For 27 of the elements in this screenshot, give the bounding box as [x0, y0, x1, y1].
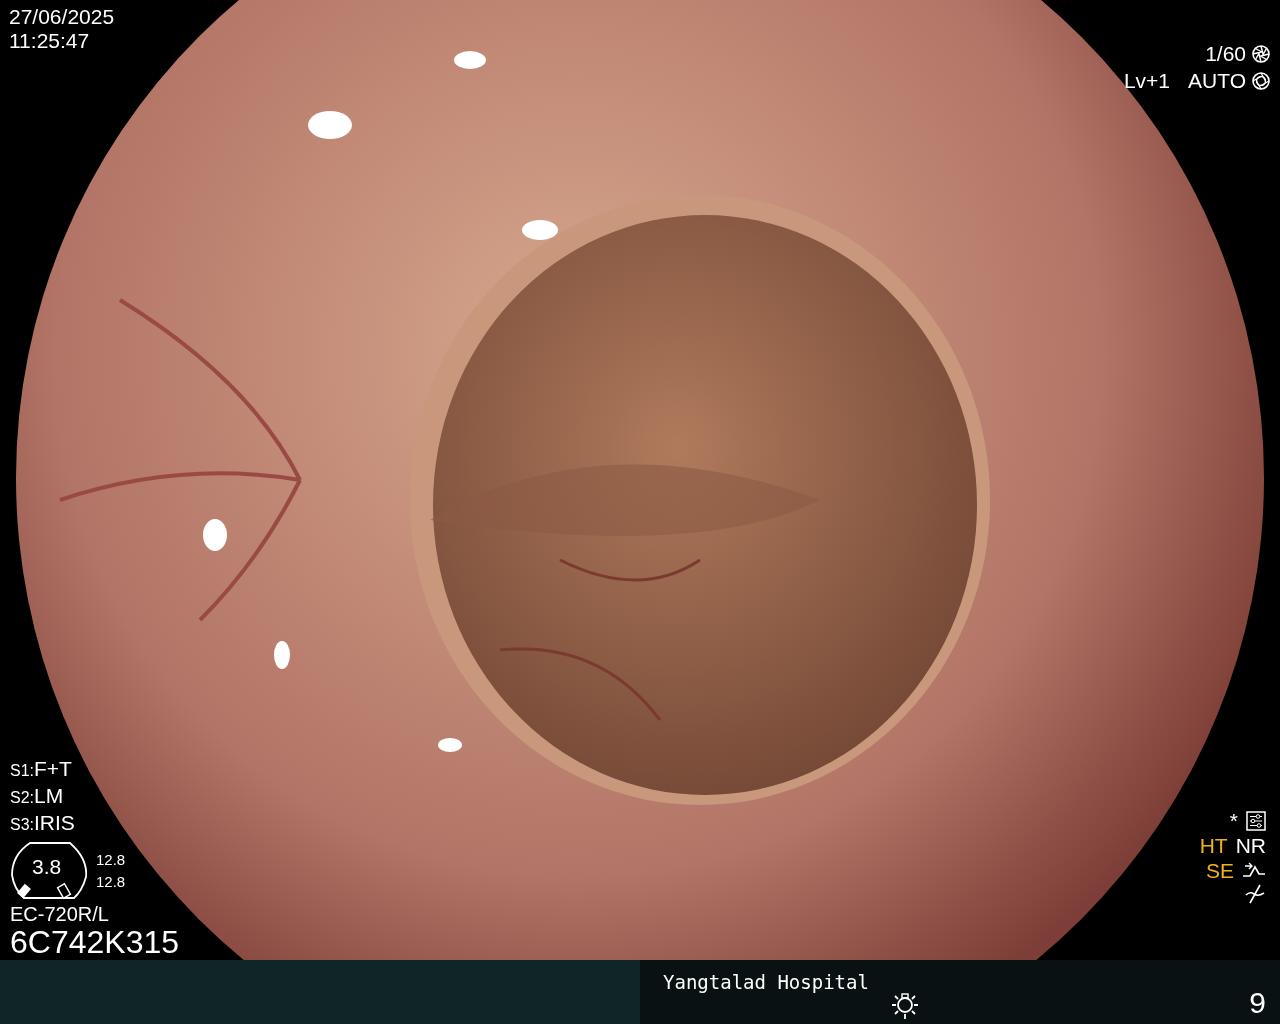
gauge-value-text: 3.8 [32, 855, 62, 879]
page-number: 9 [1249, 986, 1266, 1020]
switch-label: S2: [10, 788, 34, 808]
scope-model-text: EC-720R/L [10, 903, 110, 925]
time-text: 11:25:47 [9, 29, 91, 53]
switch-label: S1: [10, 761, 34, 781]
wave-slash-icon [1244, 883, 1266, 905]
gauge-reading-text: 12.8 [96, 850, 126, 870]
switch-function-text: IRIS [34, 810, 75, 835]
mode-indicator: SE [1206, 858, 1234, 883]
serial-number-text: 6C742K315 [10, 925, 180, 959]
iris-icon [1252, 71, 1270, 90]
asterisk-mark: * [1229, 808, 1238, 833]
switch-function-text: F+T [34, 756, 72, 781]
gauge-reading-text: 12.8 [96, 872, 126, 892]
hospital-name: Yangtalad Hospital [663, 970, 869, 994]
mode-indicator: NR [1235, 833, 1266, 858]
aperture-icon [1252, 44, 1270, 63]
iris-mode-text: AUTO [1188, 68, 1246, 94]
switch-label: S3: [10, 815, 34, 835]
date-text: 27/06/2025 [9, 5, 115, 29]
settings-sliders-icon [1246, 810, 1266, 831]
lamp-icon [890, 990, 920, 1020]
shutter-speed-text: 1/60 [1205, 41, 1246, 67]
mode-indicator: HT [1199, 833, 1228, 858]
switch-function-text: LM [34, 783, 64, 808]
brightness-level-text: Lv+1 [1123, 68, 1171, 94]
